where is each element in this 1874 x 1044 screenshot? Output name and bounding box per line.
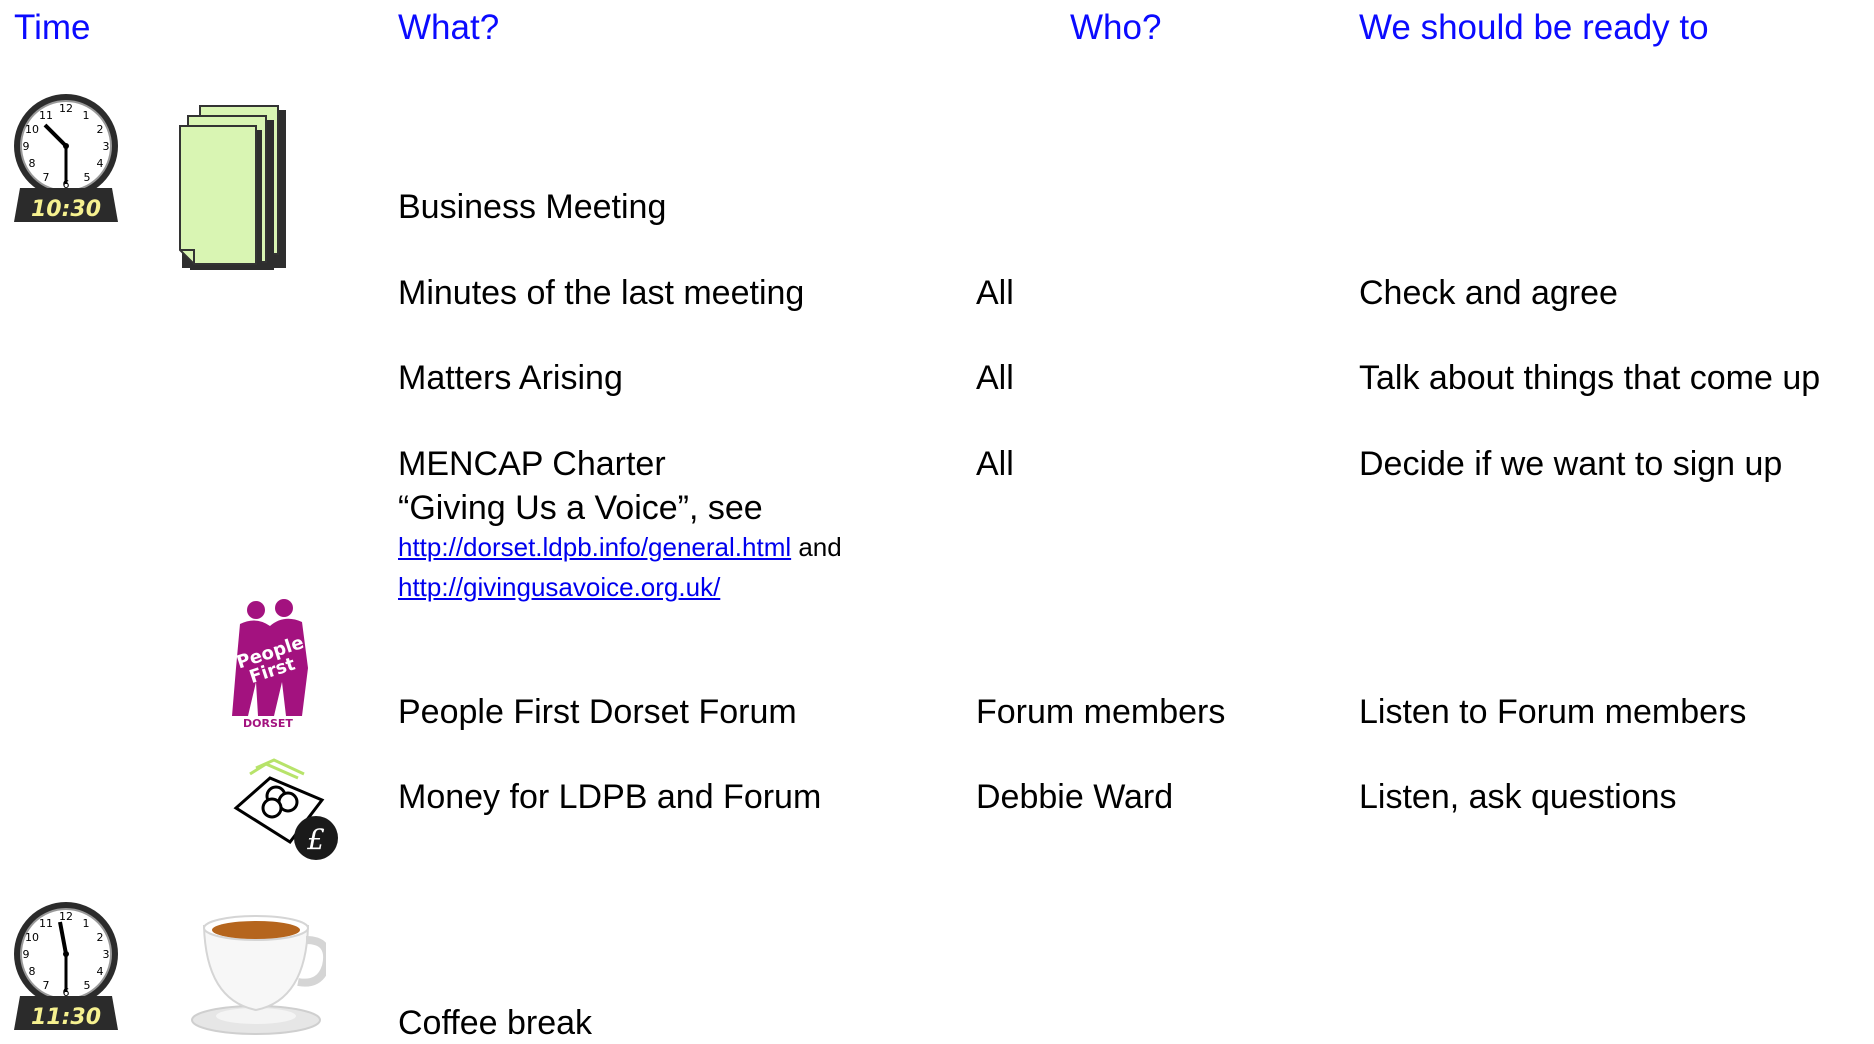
row-ready: Listen, ask questions xyxy=(1359,778,1677,816)
svg-text:1: 1 xyxy=(83,109,90,122)
svg-text:2: 2 xyxy=(97,123,104,136)
svg-text:10: 10 xyxy=(25,123,39,136)
svg-text:8: 8 xyxy=(29,965,36,978)
row-what: Money for LDPB and Forum xyxy=(398,778,822,816)
section-title: Business Meeting xyxy=(398,188,667,226)
row-what-line2: “Giving Us a Voice”, see xyxy=(398,489,763,527)
row-what: Matters Arising xyxy=(398,359,623,397)
svg-text:7: 7 xyxy=(43,171,50,184)
row-what-line1: MENCAP Charter xyxy=(398,445,666,483)
svg-text:9: 9 xyxy=(23,948,30,961)
and-text: and xyxy=(791,532,842,562)
row-who: Debbie Ward xyxy=(976,778,1174,816)
link-line: http://givingusavoice.org.uk/ xyxy=(398,571,720,603)
svg-text:4: 4 xyxy=(97,157,104,170)
link-giving-us-a-voice[interactable]: http://givingusavoice.org.uk/ xyxy=(398,572,720,602)
row-who: All xyxy=(976,359,1014,397)
row-who: Forum members xyxy=(976,693,1226,731)
row-who: All xyxy=(976,445,1014,483)
link-dorset-ldpb[interactable]: http://dorset.ldpb.info/general.html xyxy=(398,532,791,562)
svg-text:10: 10 xyxy=(25,931,39,944)
svg-text:5: 5 xyxy=(84,979,91,992)
svg-text:8: 8 xyxy=(29,157,36,170)
svg-text:9: 9 xyxy=(23,140,30,153)
row-ready: Listen to Forum members xyxy=(1359,693,1747,731)
clock-time-label: 11:30 xyxy=(31,1005,101,1030)
header-time: Time xyxy=(14,8,91,47)
row-ready: Talk about things that come up xyxy=(1359,359,1821,397)
row-what: Minutes of the last meeting xyxy=(398,274,805,312)
svg-text:5: 5 xyxy=(84,171,91,184)
svg-text:12: 12 xyxy=(59,910,73,923)
link-line: http://dorset.ldpb.info/general.html and xyxy=(398,531,842,563)
svg-text:4: 4 xyxy=(97,965,104,978)
header-who: Who? xyxy=(1070,8,1162,47)
money-icon: £ xyxy=(230,756,346,860)
row-what: People First Dorset Forum xyxy=(398,693,797,731)
break-what: Coffee break xyxy=(398,1004,593,1042)
svg-text:7: 7 xyxy=(43,979,50,992)
svg-text:11: 11 xyxy=(39,917,53,930)
clock-time-label: 10:30 xyxy=(31,197,101,222)
svg-text:11: 11 xyxy=(39,109,53,122)
people-first-logo: People First DORSET xyxy=(226,598,316,728)
clock-icon: 12 1 2 345 678 9 10 11 11:30 xyxy=(12,900,120,1032)
logo-text: DORSET xyxy=(243,717,293,728)
documents-icon xyxy=(178,104,298,274)
header-what: What? xyxy=(398,8,500,47)
row-ready: Decide if we want to sign up xyxy=(1359,445,1783,483)
row-ready: Check and agree xyxy=(1359,274,1618,312)
svg-text:3: 3 xyxy=(103,948,110,961)
svg-text:12: 12 xyxy=(59,102,73,115)
svg-text:2: 2 xyxy=(97,931,104,944)
svg-text:3: 3 xyxy=(103,140,110,153)
svg-text:1: 1 xyxy=(83,917,90,930)
coffee-cup-icon xyxy=(186,910,326,1036)
pound-symbol: £ xyxy=(306,823,325,856)
clock-icon: 12 1 2 345 678 9 10 11 10:30 xyxy=(12,92,120,224)
header-ready: We should be ready to xyxy=(1359,8,1709,47)
row-who: All xyxy=(976,274,1014,312)
